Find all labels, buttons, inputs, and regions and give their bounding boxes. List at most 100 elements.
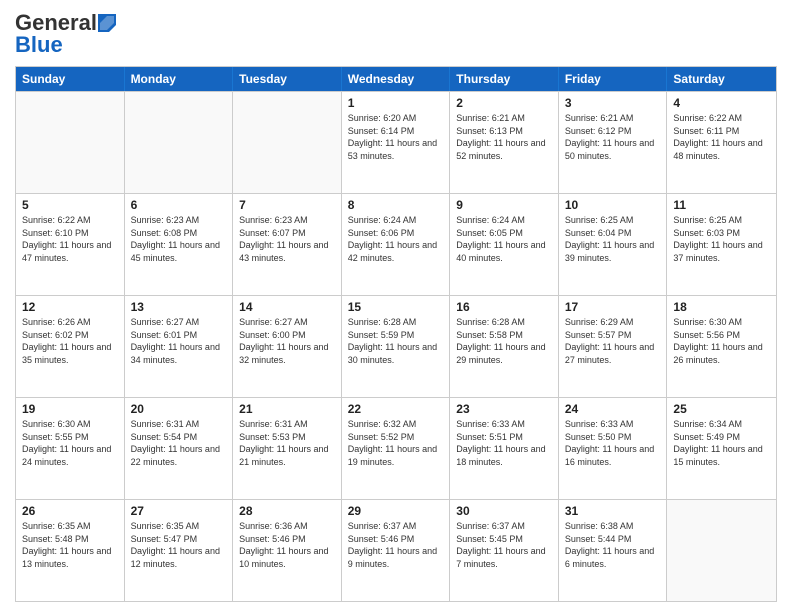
day-cell-14: 14 Sunrise: 6:27 AMSunset: 6:00 PMDayligh… — [233, 296, 342, 397]
day-header-thursday: Thursday — [450, 67, 559, 91]
day-header-saturday: Saturday — [667, 67, 776, 91]
cell-info: Sunrise: 6:38 AMSunset: 5:44 PMDaylight:… — [565, 520, 661, 570]
day-cell-21: 21 Sunrise: 6:31 AMSunset: 5:53 PMDayligh… — [233, 398, 342, 499]
day-cell-8: 8 Sunrise: 6:24 AMSunset: 6:06 PMDaylight… — [342, 194, 451, 295]
day-cell-11: 11Sunrise: 6:25 AMSunset: 6:03 PMDayligh… — [667, 194, 776, 295]
calendar-header: SundayMondayTuesdayWednesdayThursdayFrid… — [16, 67, 776, 91]
day-number: 9 — [456, 198, 552, 212]
day-number: 10 — [565, 198, 661, 212]
day-number: 16 — [456, 300, 552, 314]
week-row-2: 5Sunrise: 6:22 AMSunset: 6:10 PMDaylight… — [16, 193, 776, 295]
cell-info: Sunrise: 6:37 AMSunset: 5:46 PMDaylight:… — [348, 520, 444, 570]
day-number: 13 — [131, 300, 227, 314]
day-cell-15: 15 Sunrise: 6:28 AMSunset: 5:59 PMDayligh… — [342, 296, 451, 397]
day-cell-7: 7Sunrise: 6:23 AMSunset: 6:07 PMDaylight… — [233, 194, 342, 295]
day-number: 28 — [239, 504, 335, 518]
calendar: SundayMondayTuesdayWednesdayThursdayFrid… — [15, 66, 777, 602]
cell-info: Sunrise: 6:28 AMSunset: 5:58 PMDaylight:… — [456, 316, 552, 366]
empty-cell — [16, 92, 125, 193]
day-cell-17: 17 Sunrise: 6:29 AMSunset: 5:57 PMDayligh… — [559, 296, 668, 397]
day-number: 8 — [348, 198, 444, 212]
day-number: 14 — [239, 300, 335, 314]
empty-cell — [125, 92, 234, 193]
header: General Blue — [15, 10, 777, 58]
day-number: 12 — [22, 300, 118, 314]
day-number: 2 — [456, 96, 552, 110]
day-number: 24 — [565, 402, 661, 416]
day-number: 6 — [131, 198, 227, 212]
cell-info: Sunrise: 6:27 AMSunset: 6:01 PMDaylight:… — [131, 316, 227, 366]
week-row-3: 12 Sunrise: 6:26 AMSunset: 6:02 PMDayligh… — [16, 295, 776, 397]
day-cell-12: 12 Sunrise: 6:26 AMSunset: 6:02 PMDayligh… — [16, 296, 125, 397]
cell-info: Sunrise: 6:33 AMSunset: 5:50 PMDaylight:… — [565, 418, 661, 468]
cell-info: Sunrise: 6:22 AMSunset: 6:11 PMDaylight:… — [673, 112, 770, 162]
day-header-tuesday: Tuesday — [233, 67, 342, 91]
cell-info: Sunrise: 6:21 AMSunset: 6:13 PMDaylight:… — [456, 112, 552, 162]
cell-info: Sunrise: 6:27 AMSunset: 6:00 PMDaylight:… — [239, 316, 335, 366]
day-number: 19 — [22, 402, 118, 416]
cell-info: Sunrise: 6:23 AMSunset: 6:08 PMDaylight:… — [131, 214, 227, 264]
day-cell-5: 5Sunrise: 6:22 AMSunset: 6:10 PMDaylight… — [16, 194, 125, 295]
day-number: 20 — [131, 402, 227, 416]
day-cell-10: 10 Sunrise: 6:25 AMSunset: 6:04 PMDayligh… — [559, 194, 668, 295]
cell-info: Sunrise: 6:30 AMSunset: 5:56 PMDaylight:… — [673, 316, 770, 366]
day-number: 22 — [348, 402, 444, 416]
day-number: 23 — [456, 402, 552, 416]
day-cell-1: 1 Sunrise: 6:20 AMSunset: 6:14 PMDaylight… — [342, 92, 451, 193]
week-row-4: 19 Sunrise: 6:30 AMSunset: 5:55 PMDayligh… — [16, 397, 776, 499]
calendar-body: 1 Sunrise: 6:20 AMSunset: 6:14 PMDaylight… — [16, 91, 776, 601]
cell-info: Sunrise: 6:31 AMSunset: 5:53 PMDaylight:… — [239, 418, 335, 468]
day-cell-29: 29 Sunrise: 6:37 AMSunset: 5:46 PMDayligh… — [342, 500, 451, 601]
day-number: 26 — [22, 504, 118, 518]
day-number: 25 — [673, 402, 770, 416]
day-number: 31 — [565, 504, 661, 518]
day-cell-18: 18Sunrise: 6:30 AMSunset: 5:56 PMDayligh… — [667, 296, 776, 397]
cell-info: Sunrise: 6:28 AMSunset: 5:59 PMDaylight:… — [348, 316, 444, 366]
cell-info: Sunrise: 6:26 AMSunset: 6:02 PMDaylight:… — [22, 316, 118, 366]
day-number: 29 — [348, 504, 444, 518]
logo-icon — [98, 14, 116, 32]
day-cell-24: 24 Sunrise: 6:33 AMSunset: 5:50 PMDayligh… — [559, 398, 668, 499]
day-cell-28: 28 Sunrise: 6:36 AMSunset: 5:46 PMDayligh… — [233, 500, 342, 601]
day-cell-31: 31 Sunrise: 6:38 AMSunset: 5:44 PMDayligh… — [559, 500, 668, 601]
day-cell-26: 26 Sunrise: 6:35 AMSunset: 5:48 PMDayligh… — [16, 500, 125, 601]
day-cell-30: 30 Sunrise: 6:37 AMSunset: 5:45 PMDayligh… — [450, 500, 559, 601]
day-number: 27 — [131, 504, 227, 518]
day-cell-22: 22 Sunrise: 6:32 AMSunset: 5:52 PMDayligh… — [342, 398, 451, 499]
day-header-monday: Monday — [125, 67, 234, 91]
cell-info: Sunrise: 6:32 AMSunset: 5:52 PMDaylight:… — [348, 418, 444, 468]
day-number: 5 — [22, 198, 118, 212]
week-row-5: 26 Sunrise: 6:35 AMSunset: 5:48 PMDayligh… — [16, 499, 776, 601]
day-cell-23: 23 Sunrise: 6:33 AMSunset: 5:51 PMDayligh… — [450, 398, 559, 499]
cell-info: Sunrise: 6:30 AMSunset: 5:55 PMDaylight:… — [22, 418, 118, 468]
day-number: 1 — [348, 96, 444, 110]
day-number: 4 — [673, 96, 770, 110]
day-number: 15 — [348, 300, 444, 314]
day-cell-19: 19 Sunrise: 6:30 AMSunset: 5:55 PMDayligh… — [16, 398, 125, 499]
cell-info: Sunrise: 6:20 AMSunset: 6:14 PMDaylight:… — [348, 112, 444, 162]
cell-info: Sunrise: 6:34 AMSunset: 5:49 PMDaylight:… — [673, 418, 770, 468]
cell-info: Sunrise: 6:29 AMSunset: 5:57 PMDaylight:… — [565, 316, 661, 366]
day-header-friday: Friday — [559, 67, 668, 91]
day-number: 30 — [456, 504, 552, 518]
cell-info: Sunrise: 6:36 AMSunset: 5:46 PMDaylight:… — [239, 520, 335, 570]
week-row-1: 1 Sunrise: 6:20 AMSunset: 6:14 PMDaylight… — [16, 91, 776, 193]
day-number: 21 — [239, 402, 335, 416]
day-number: 7 — [239, 198, 335, 212]
day-cell-2: 2 Sunrise: 6:21 AMSunset: 6:13 PMDaylight… — [450, 92, 559, 193]
cell-info: Sunrise: 6:33 AMSunset: 5:51 PMDaylight:… — [456, 418, 552, 468]
cell-info: Sunrise: 6:31 AMSunset: 5:54 PMDaylight:… — [131, 418, 227, 468]
cell-info: Sunrise: 6:35 AMSunset: 5:48 PMDaylight:… — [22, 520, 118, 570]
day-cell-27: 27Sunrise: 6:35 AMSunset: 5:47 PMDayligh… — [125, 500, 234, 601]
day-cell-6: 6 Sunrise: 6:23 AMSunset: 6:08 PMDaylight… — [125, 194, 234, 295]
empty-cell — [233, 92, 342, 193]
cell-info: Sunrise: 6:37 AMSunset: 5:45 PMDaylight:… — [456, 520, 552, 570]
day-cell-16: 16 Sunrise: 6:28 AMSunset: 5:58 PMDayligh… — [450, 296, 559, 397]
day-cell-3: 3Sunrise: 6:21 AMSunset: 6:12 PMDaylight… — [559, 92, 668, 193]
cell-info: Sunrise: 6:21 AMSunset: 6:12 PMDaylight:… — [565, 112, 661, 162]
day-number: 17 — [565, 300, 661, 314]
cell-info: Sunrise: 6:24 AMSunset: 6:06 PMDaylight:… — [348, 214, 444, 264]
day-cell-20: 20 Sunrise: 6:31 AMSunset: 5:54 PMDayligh… — [125, 398, 234, 499]
cell-info: Sunrise: 6:25 AMSunset: 6:04 PMDaylight:… — [565, 214, 661, 264]
day-cell-13: 13 Sunrise: 6:27 AMSunset: 6:01 PMDayligh… — [125, 296, 234, 397]
